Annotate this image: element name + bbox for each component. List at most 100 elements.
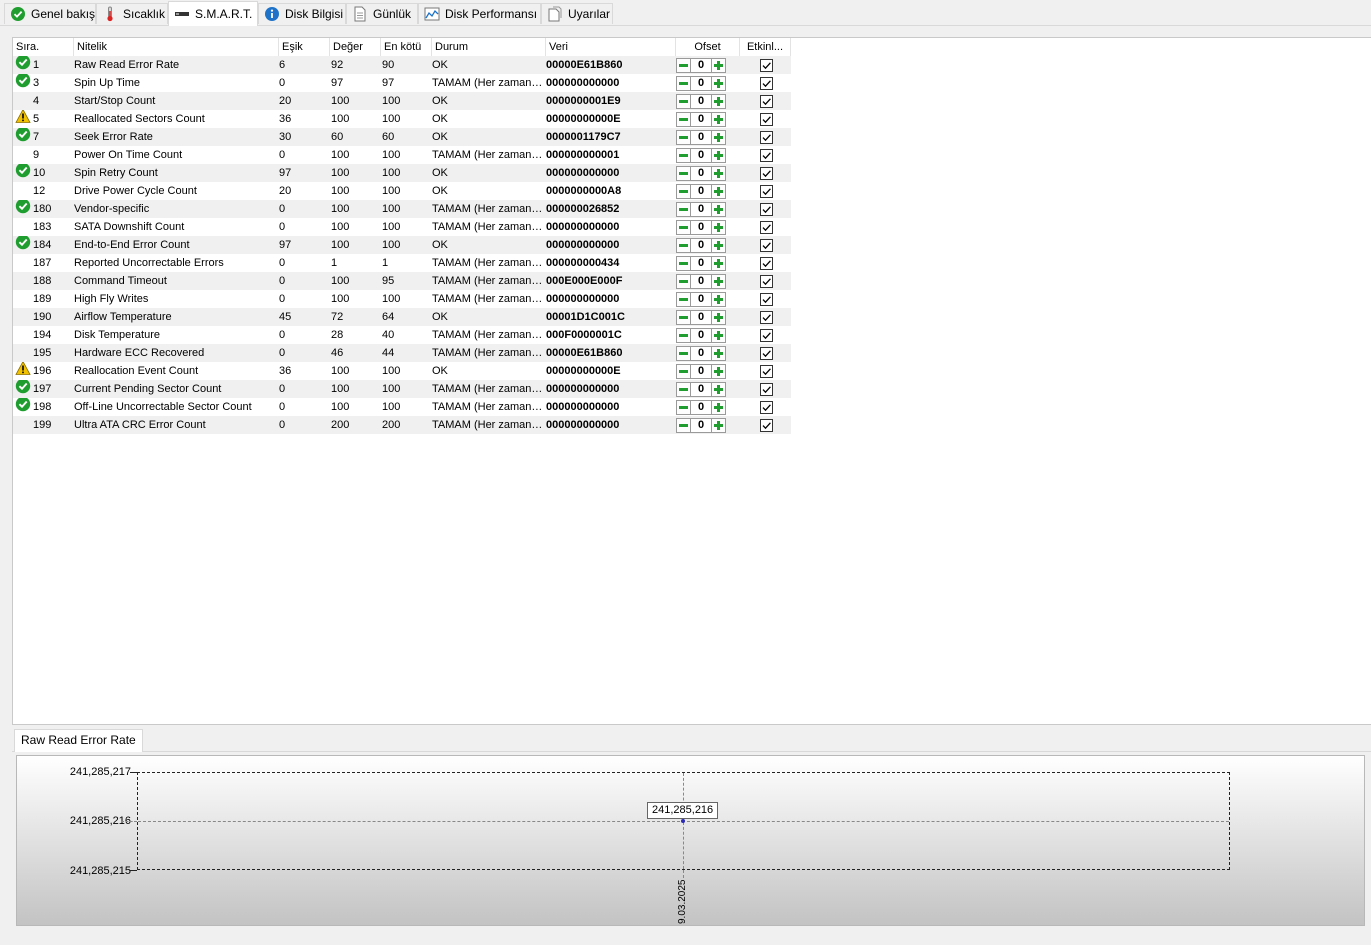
table-row[interactable]: 5 Reallocated Sectors Count 36 100 100 OK 0000… bbox=[13, 110, 791, 128]
column-header-enabled[interactable]: Etkinl... bbox=[740, 38, 791, 56]
enabled-checkbox[interactable] bbox=[759, 184, 773, 198]
offset-decrement-button[interactable] bbox=[676, 417, 691, 433]
table-row[interactable]: 188 Command Timeout 0 100 95 TAMAM (Her zaman… bbox=[13, 272, 791, 290]
table-row[interactable]: 194 Disk Temperature 0 28 40 TAMAM (Her zaman… bbox=[13, 326, 791, 344]
offset-increment-button[interactable] bbox=[711, 237, 726, 253]
column-header-worst[interactable]: En kötü bbox=[381, 38, 432, 56]
enabled-checkbox[interactable] bbox=[759, 292, 773, 306]
offset-decrement-button[interactable] bbox=[676, 147, 691, 163]
tab-graph-raw-read-error-rate[interactable]: Raw Read Error Rate bbox=[14, 729, 143, 752]
offset-increment-button[interactable] bbox=[711, 345, 726, 361]
offset-decrement-button[interactable] bbox=[676, 255, 691, 271]
table-row[interactable]: 189 High Fly Writes 0 100 100 TAMAM (Her zama… bbox=[13, 290, 791, 308]
offset-increment-button[interactable] bbox=[711, 57, 726, 73]
table-row[interactable]: 196 Reallocation Event Count 36 100 100 OK 000… bbox=[13, 362, 791, 380]
offset-value[interactable]: 0 bbox=[691, 399, 711, 415]
enabled-checkbox[interactable] bbox=[759, 94, 773, 108]
offset-value[interactable]: 0 bbox=[691, 57, 711, 73]
offset-increment-button[interactable] bbox=[711, 183, 726, 199]
offset-value[interactable]: 0 bbox=[691, 291, 711, 307]
offset-value[interactable]: 0 bbox=[691, 273, 711, 289]
offset-increment-button[interactable] bbox=[711, 291, 726, 307]
offset-value[interactable]: 0 bbox=[691, 165, 711, 181]
tab-alerts[interactable]: Uyarılar bbox=[541, 3, 613, 24]
enabled-checkbox[interactable] bbox=[759, 202, 773, 216]
offset-decrement-button[interactable] bbox=[676, 309, 691, 325]
offset-value[interactable]: 0 bbox=[691, 417, 711, 433]
table-row[interactable]: 9 Power On Time Count 0 100 100 TAMAM (Her za… bbox=[13, 146, 791, 164]
table-row[interactable]: 180 Vendor-specific 0 100 100 TAMAM (Her zama… bbox=[13, 200, 791, 218]
offset-increment-button[interactable] bbox=[711, 327, 726, 343]
table-row[interactable]: 198 Off-Line Uncorrectable Sector Count 0 1… bbox=[13, 398, 791, 416]
table-row[interactable]: 190 Airflow Temperature 45 72 64 OK 00001D1C00… bbox=[13, 308, 791, 326]
column-header-threshold[interactable]: Eşik bbox=[279, 38, 330, 56]
offset-increment-button[interactable] bbox=[711, 309, 726, 325]
enabled-checkbox[interactable] bbox=[759, 310, 773, 324]
smart-attribute-list[interactable]: Sıra. Nitelik Eşik Değer En kötü Durum V… bbox=[12, 37, 1371, 725]
offset-increment-button[interactable] bbox=[711, 417, 726, 433]
tab-disk-info[interactable]: Disk Bilgisi bbox=[258, 3, 346, 24]
enabled-checkbox[interactable] bbox=[759, 274, 773, 288]
enabled-checkbox[interactable] bbox=[759, 220, 773, 234]
table-row[interactable]: 12 Drive Power Cycle Count 20 100 100 OK 00000… bbox=[13, 182, 791, 200]
table-row[interactable]: 183 SATA Downshift Count 0 100 100 TAMAM (Her… bbox=[13, 218, 791, 236]
column-header-attribute[interactable]: Nitelik bbox=[74, 38, 279, 56]
enabled-checkbox[interactable] bbox=[759, 76, 773, 90]
offset-increment-button[interactable] bbox=[711, 75, 726, 91]
enabled-checkbox[interactable] bbox=[759, 346, 773, 360]
offset-increment-button[interactable] bbox=[711, 273, 726, 289]
offset-value[interactable]: 0 bbox=[691, 345, 711, 361]
table-row[interactable]: 3 Spin Up Time 0 97 97 TAMAM (Her zaman geçti… bbox=[13, 74, 791, 92]
enabled-checkbox[interactable] bbox=[759, 382, 773, 396]
offset-value[interactable]: 0 bbox=[691, 237, 711, 253]
offset-increment-button[interactable] bbox=[711, 219, 726, 235]
offset-value[interactable]: 0 bbox=[691, 381, 711, 397]
offset-decrement-button[interactable] bbox=[676, 93, 691, 109]
offset-increment-button[interactable] bbox=[711, 165, 726, 181]
offset-decrement-button[interactable] bbox=[676, 399, 691, 415]
offset-value[interactable]: 0 bbox=[691, 75, 711, 91]
column-header-status[interactable]: Durum bbox=[432, 38, 546, 56]
offset-increment-button[interactable] bbox=[711, 399, 726, 415]
offset-increment-button[interactable] bbox=[711, 111, 726, 127]
table-row[interactable]: 4 Start/Stop Count 20 100 100 OK 0000000001E9 0 bbox=[13, 92, 791, 110]
offset-value[interactable]: 0 bbox=[691, 129, 711, 145]
table-row[interactable]: 195 Hardware ECC Recovered 0 46 44 TAMAM (Her… bbox=[13, 344, 791, 362]
data-point[interactable] bbox=[681, 819, 685, 823]
tab-temperature[interactable]: Sıcaklık bbox=[96, 3, 168, 24]
enabled-checkbox[interactable] bbox=[759, 400, 773, 414]
offset-increment-button[interactable] bbox=[711, 93, 726, 109]
offset-decrement-button[interactable] bbox=[676, 381, 691, 397]
enabled-checkbox[interactable] bbox=[759, 112, 773, 126]
tab-smart[interactable]: S.M.A.R.T. bbox=[168, 1, 258, 26]
offset-value[interactable]: 0 bbox=[691, 111, 711, 127]
offset-increment-button[interactable] bbox=[711, 381, 726, 397]
offset-decrement-button[interactable] bbox=[676, 345, 691, 361]
offset-decrement-button[interactable] bbox=[676, 291, 691, 307]
column-header-value[interactable]: Değer bbox=[330, 38, 381, 56]
offset-value[interactable]: 0 bbox=[691, 219, 711, 235]
offset-value[interactable]: 0 bbox=[691, 327, 711, 343]
offset-decrement-button[interactable] bbox=[676, 183, 691, 199]
enabled-checkbox[interactable] bbox=[759, 364, 773, 378]
table-row[interactable]: 184 End-to-End Error Count 97 100 100 OK 00000… bbox=[13, 236, 791, 254]
tab-disk-performance[interactable]: Disk Performansı bbox=[418, 3, 541, 24]
offset-decrement-button[interactable] bbox=[676, 75, 691, 91]
offset-value[interactable]: 0 bbox=[691, 147, 711, 163]
offset-decrement-button[interactable] bbox=[676, 57, 691, 73]
offset-value[interactable]: 0 bbox=[691, 363, 711, 379]
column-header-offset[interactable]: Ofset bbox=[676, 38, 740, 56]
offset-decrement-button[interactable] bbox=[676, 363, 691, 379]
offset-value[interactable]: 0 bbox=[691, 201, 711, 217]
offset-value[interactable]: 0 bbox=[691, 93, 711, 109]
table-row[interactable]: 197 Current Pending Sector Count 0 100 100 TA… bbox=[13, 380, 791, 398]
column-header-raw[interactable]: Veri bbox=[546, 38, 676, 56]
offset-decrement-button[interactable] bbox=[676, 201, 691, 217]
offset-decrement-button[interactable] bbox=[676, 219, 691, 235]
offset-value[interactable]: 0 bbox=[691, 309, 711, 325]
offset-decrement-button[interactable] bbox=[676, 111, 691, 127]
offset-decrement-button[interactable] bbox=[676, 273, 691, 289]
table-row[interactable]: 10 Spin Retry Count 97 100 100 OK 000000000000… bbox=[13, 164, 791, 182]
offset-increment-button[interactable] bbox=[711, 201, 726, 217]
table-row[interactable]: 199 Ultra ATA CRC Error Count 0 200 200 TAMAM… bbox=[13, 416, 791, 434]
